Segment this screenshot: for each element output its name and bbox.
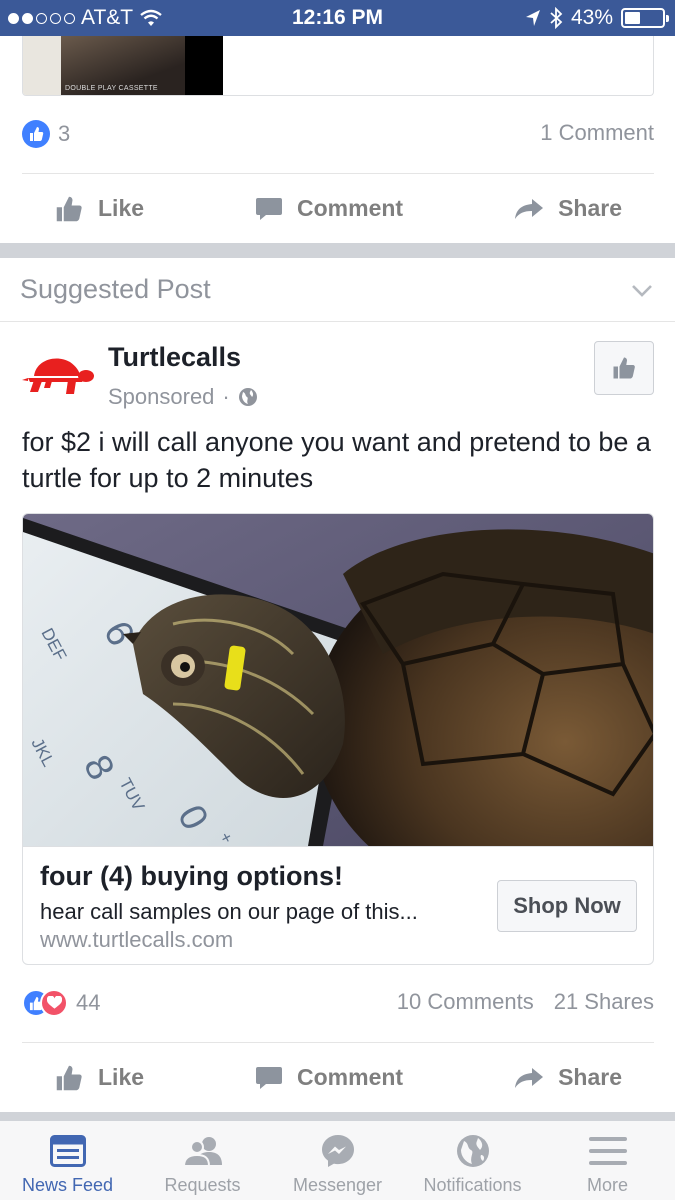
menu-icon	[588, 1137, 627, 1165]
previous-post-stats: 3 1 Comment	[22, 114, 654, 154]
feed-separator	[0, 1112, 675, 1120]
shop-now-button[interactable]: Shop Now	[497, 880, 637, 932]
status-right: 43%	[525, 6, 669, 30]
like-button[interactable]: Like	[54, 1064, 144, 1092]
comment-count-link[interactable]: 1 Comment	[540, 120, 654, 146]
tab-more[interactable]: More	[540, 1121, 675, 1200]
reaction-summary[interactable]: 44	[22, 989, 100, 1017]
post-action-bar: Like Comment Share	[22, 1042, 654, 1112]
battery-percent: 43%	[570, 6, 613, 29]
ad-description: hear call samples on our page of this...	[40, 899, 418, 924]
comment-button[interactable]: Comment	[255, 195, 403, 222]
tab-label: More	[586, 1175, 628, 1195]
love-reaction-icon	[40, 989, 68, 1017]
comment-count-link[interactable]: 10 Comments	[397, 989, 534, 1015]
ad-url: www.turtlecalls.com	[40, 927, 234, 952]
share-count-link[interactable]: 21 Shares	[554, 989, 654, 1015]
comment-bubble-icon	[256, 197, 283, 220]
reaction-summary[interactable]: 3	[22, 120, 70, 148]
share-button[interactable]: Share	[514, 195, 622, 222]
post-stats: 44 10 Comments 21 Shares	[22, 983, 654, 1023]
like-label: Like	[98, 195, 145, 221]
comment-bubble-icon	[256, 1066, 283, 1089]
tab-messenger[interactable]: Messenger	[270, 1121, 405, 1200]
globe-icon	[238, 388, 257, 406]
sponsored-label: Sponsored	[108, 384, 215, 409]
battery-icon	[621, 8, 669, 28]
turtlecalls-avatar[interactable]	[22, 350, 94, 402]
previous-post-action-bar: Like Comment Share	[22, 173, 654, 243]
like-label: Like	[98, 1064, 145, 1090]
suggested-post-header: Suggested Post	[0, 258, 675, 322]
tab-label: Notifications	[423, 1175, 522, 1195]
tab-label: Messenger	[292, 1175, 383, 1195]
comment-label: Comment	[297, 195, 404, 221]
share-button[interactable]: Share	[514, 1064, 622, 1091]
tab-label: Requests	[164, 1175, 241, 1195]
tab-label: News Feed	[21, 1175, 114, 1195]
thumbs-up-icon	[613, 357, 635, 379]
news-feed-icon	[49, 1135, 86, 1167]
share-arrow-icon	[515, 198, 544, 219]
reaction-count: 3	[58, 121, 71, 146]
bluetooth-icon	[550, 7, 563, 29]
suggested-post-label: Suggested Post	[20, 274, 211, 304]
comment-button[interactable]: Comment	[255, 1064, 403, 1091]
page-name-link[interactable]: Turtlecalls	[108, 342, 241, 373]
tab-requests[interactable]: Requests	[135, 1121, 270, 1200]
tab-notifications[interactable]: Notifications	[405, 1121, 540, 1200]
like-reaction-icon	[22, 120, 50, 148]
status-bar: AT&T 12:16 PM 43%	[0, 0, 675, 36]
share-arrow-icon	[515, 1067, 544, 1088]
share-label: Share	[558, 1064, 622, 1090]
like-page-button[interactable]	[594, 341, 654, 395]
tab-news-feed[interactable]: News Feed	[0, 1121, 135, 1200]
ad-image-turtle-on-phone[interactable]: DEF 6 JKL 8 TUV 0 +	[23, 514, 653, 846]
chevron-down-icon[interactable]	[631, 284, 653, 298]
like-button[interactable]: Like	[54, 195, 144, 223]
previous-post-link-card[interactable]: DOUBLE PLAY CASSETTE	[22, 36, 654, 96]
reaction-count: 44	[76, 990, 101, 1015]
sponsored-line: Sponsored ·	[108, 384, 258, 410]
friend-requests-icon	[182, 1137, 222, 1167]
location-arrow-icon	[525, 10, 540, 26]
comment-label: Comment	[297, 1064, 404, 1090]
thumbnail-caption: DOUBLE PLAY CASSETTE	[65, 85, 158, 92]
share-label: Share	[558, 195, 622, 221]
previous-post-thumbnail: DOUBLE PLAY CASSETTE	[23, 36, 223, 95]
thumbs-up-icon	[56, 196, 82, 221]
feed-separator	[0, 243, 675, 258]
bottom-tab-bar: News Feed Requests Messenger Notificatio…	[0, 1120, 675, 1200]
ad-link-card[interactable]: DEF 6 JKL 8 TUV 0 + four (4) buying opti…	[22, 513, 654, 965]
ad-headline: four (4) buying options!	[40, 861, 343, 891]
ad-info-bar: four (4) buying options! hear call sampl…	[23, 846, 653, 964]
messenger-icon	[321, 1135, 354, 1167]
dot-separator: ·	[222, 384, 230, 409]
post-text: for $2 i will call anyone you want and p…	[22, 427, 651, 493]
thumbs-up-icon	[56, 1065, 82, 1090]
globe-icon	[456, 1135, 489, 1167]
